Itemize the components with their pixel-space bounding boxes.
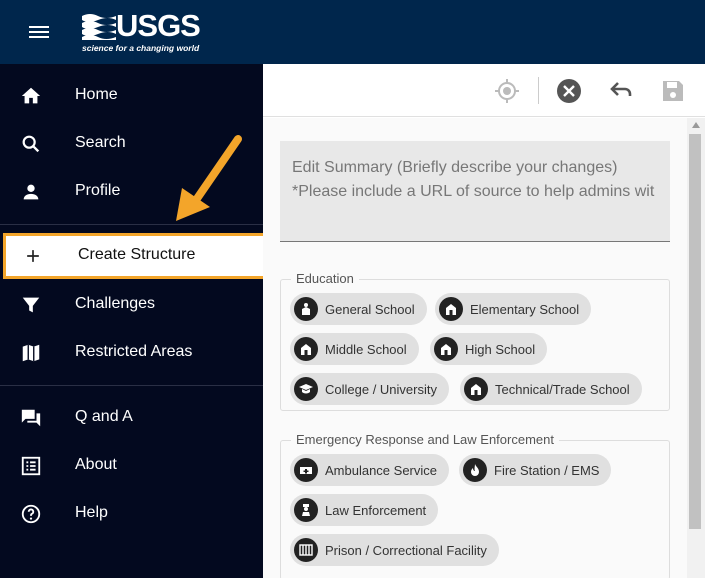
school-icon <box>294 297 318 321</box>
chip-label: High School <box>465 341 536 357</box>
group-title: Education <box>291 271 359 286</box>
home-icon <box>21 87 41 104</box>
chip-high-school[interactable]: High School <box>430 333 548 365</box>
menu-icon[interactable] <box>29 24 49 40</box>
list-icon <box>21 456 41 476</box>
group-title: Emergency Response and Law Enforcement <box>291 432 559 447</box>
chip-label: General School <box>325 301 415 317</box>
sidebar-divider <box>0 385 263 386</box>
sidebar-item-label: Q and A <box>75 408 133 425</box>
chip-ambulance-service[interactable]: Ambulance Service <box>290 454 449 486</box>
chip-label: Technical/Trade School <box>495 381 630 397</box>
sidebar-item-label: Challenges <box>75 295 156 312</box>
toolbar-separator <box>538 77 539 104</box>
chip-college-university[interactable]: College / University <box>290 373 449 405</box>
school-building-icon <box>434 337 458 361</box>
forum-icon <box>21 409 41 427</box>
person-icon <box>23 184 39 200</box>
sidebar-item-label: About <box>75 456 117 473</box>
chip-label: Elementary School <box>470 301 580 317</box>
scroll-up-arrow[interactable] <box>692 122 700 128</box>
fire-icon <box>463 458 487 482</box>
chip-elementary-school[interactable]: Elementary School <box>435 293 592 325</box>
chip-technical-trade-school[interactable]: Technical/Trade School <box>460 373 642 405</box>
scroll-thumb[interactable] <box>689 134 701 529</box>
usgs-wave-mark <box>82 14 116 40</box>
sidebar-item-about[interactable]: About <box>0 441 263 489</box>
prison-icon <box>294 538 318 562</box>
chip-general-school[interactable]: General School <box>290 293 427 325</box>
summary-placeholder-line2: *Please include a URL of source to help … <box>292 183 655 200</box>
school-building-icon <box>464 377 488 401</box>
logo-tagline: science for a changing world <box>82 43 200 53</box>
sidebar-item-label: Restricted Areas <box>75 343 193 360</box>
sidebar-item-label: Search <box>75 134 126 151</box>
sidebar-item-create-structure[interactable]: Create Structure <box>3 233 266 279</box>
school-building-icon <box>294 337 318 361</box>
chip-label: Law Enforcement <box>325 502 427 518</box>
sidebar-item-label: Help <box>75 504 108 521</box>
sidebar-item-q-and-a[interactable]: Q and A <box>0 393 263 441</box>
filter-icon <box>22 297 40 313</box>
sidebar-item-label: Create Structure <box>78 246 196 263</box>
chip-label: College / University <box>325 381 437 397</box>
usgs-logo[interactable]: USGS science for a changing world <box>82 8 212 54</box>
chip-label: Prison / Correctional Facility <box>325 542 487 558</box>
ambulance-icon <box>294 458 318 482</box>
edit-summary-field[interactable]: Edit Summary (Briefly describe your chan… <box>280 141 670 242</box>
sidebar-item-home[interactable]: Home <box>0 71 263 119</box>
close-circle-icon[interactable] <box>555 77 583 105</box>
logo-text: USGS <box>116 8 201 43</box>
chip-label: Ambulance Service <box>325 462 437 478</box>
search-icon <box>22 135 40 153</box>
save-icon[interactable] <box>659 77 687 105</box>
content-scrollbar[interactable] <box>687 118 705 578</box>
chip-label: Middle School <box>325 341 407 357</box>
police-icon <box>294 498 318 522</box>
sidebar-item-challenges[interactable]: Challenges <box>0 280 263 328</box>
editor-toolbar <box>263 64 705 117</box>
chip-middle-school[interactable]: Middle School <box>290 333 419 365</box>
annotation-arrow-icon <box>176 135 242 221</box>
help-icon <box>21 504 41 524</box>
chip-label: Fire Station / EMS <box>494 462 600 478</box>
sidebar-item-restricted-areas[interactable]: Restricted Areas <box>0 328 263 376</box>
app-header: USGS science for a changing world <box>0 0 705 64</box>
locate-icon[interactable] <box>493 77 521 105</box>
sidebar-item-label: Home <box>75 86 118 103</box>
education-group: Education General School Elementary Scho… <box>280 271 670 411</box>
emergency-group: Emergency Response and Law Enforcement A… <box>280 432 670 578</box>
sidebar-item-label: Profile <box>75 182 121 199</box>
sidebar-item-help[interactable]: Help <box>0 489 263 537</box>
plus-icon <box>27 250 39 262</box>
graduation-cap-icon <box>294 377 318 401</box>
map-icon <box>22 344 40 362</box>
undo-icon[interactable] <box>607 77 635 105</box>
chip-law-enforcement[interactable]: Law Enforcement <box>290 494 439 526</box>
school-building-icon <box>439 297 463 321</box>
summary-placeholder-line1: Edit Summary (Briefly describe your chan… <box>292 159 618 176</box>
chip-prison-correctional-facility[interactable]: Prison / Correctional Facility <box>290 534 499 566</box>
chip-fire-station-ems[interactable]: Fire Station / EMS <box>459 454 612 486</box>
